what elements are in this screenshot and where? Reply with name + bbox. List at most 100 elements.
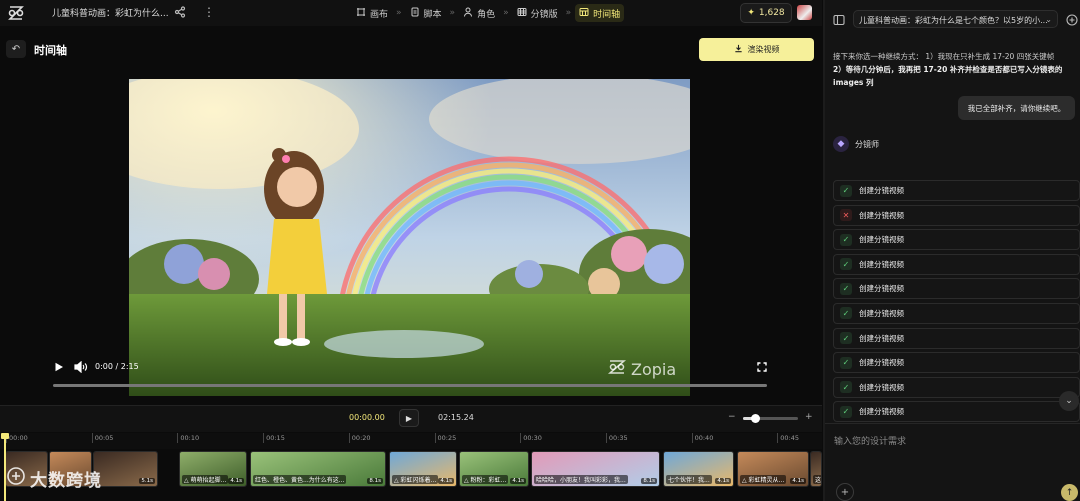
task-label: 创建分镜视频 [859,308,904,318]
undo-icon: ↶ [11,43,21,55]
task-label: 创建分镜视频 [859,235,904,245]
clip-caption: △ 彩虹精灵从... [740,475,787,484]
timeline-clip[interactable]: △ 萌萌抬起脚... 4.1s [179,451,247,487]
video-progress-bar[interactable] [53,384,767,387]
credits-badge[interactable]: ✦ 1,628 [740,3,792,23]
success-check-icon: ✓ [840,405,852,418]
ruler-tick: 00:10 [177,433,199,443]
task-item[interactable]: ✓ 创建分镜视频 [833,278,1080,300]
assistant-message-part-2: 2）等待几分钟后，我再把 17-20 补齐并检查是否都已写入分镜表的 image… [833,65,1063,87]
canvas-icon [356,7,366,20]
timeline-play-button[interactable]: ▶ [399,409,419,427]
clip-caption: △ 彩虹闪烁着... [392,475,439,484]
ruler-tick: 00:15 [263,433,285,443]
ruler-tick: 00:35 [605,433,628,443]
timeline-clip[interactable]: △ 粉粉：彩虹... 4.1s [459,451,529,487]
nav-tabs: 画布 » 脚本 » 角色 » 分镜版 » 时间轴 [352,4,625,22]
timeline-clip[interactable]: 红色、橙色、黄色...为什么有这... 8.1s [250,451,386,487]
agent-diamond-icon: ◆ [833,136,849,152]
task-label: 创建分镜视频 [859,210,904,220]
attach-button[interactable]: + [836,483,854,501]
timeline-current-time: 00:00.00 [349,413,385,422]
task-item[interactable]: ✓ 创建分镜视频 [833,253,1080,275]
play-icon[interactable] [54,362,64,372]
back-button[interactable]: ↶ [6,40,26,58]
task-item[interactable]: ✓ 创建分镜视频 [833,401,1080,423]
tab-storyboard[interactable]: 分镜版 [513,4,562,22]
ruler-tick: 00:00 [6,433,28,443]
tab-script-label: 脚本 [423,9,442,20]
assistant-message-part-1: 接下来你选一种继续方式： 1）我现在只补生成 17-20 四张关键帧 [833,52,1055,61]
more-options-icon[interactable]: ⋮ [203,5,215,19]
task-item[interactable]: ✕ 创建分镜视频 [833,204,1080,226]
play-icon: ▶ [405,413,413,423]
project-title[interactable]: 儿童科普动画：彩虹为什么... [52,6,169,19]
app-logo-icon[interactable] [6,4,26,22]
watermark-logo-icon [6,466,26,491]
scroll-down-button[interactable]: ⌄ [1059,391,1079,411]
tab-separator: » [396,8,402,18]
assistant-message: 接下来你选一种继续方式： 1）我现在只补生成 17-20 四张关键帧 2）等待几… [833,50,1075,89]
plus-icon: + [840,486,850,498]
person-icon [463,7,473,20]
timeline-clip[interactable]: △ 彩虹精灵从... 4.1s [737,451,809,487]
task-item[interactable]: ✓ 创建分镜视频 [833,180,1080,201]
chat-title-text: 儿童科普动画：彩虹为什么是七个颜色？以5岁的小... [859,16,1048,25]
task-item[interactable]: ✓ 创建分镜视频 [833,376,1080,398]
timeline-total-time: 02:15.24 [438,413,474,422]
timeline-clip[interactable]: △ 彩虹闪烁着... 4.1s [389,451,457,487]
timeline-clip[interactable]: 这 [810,451,822,487]
tab-canvas[interactable]: 画布 [352,4,392,22]
zopia-watermark: Zopia [607,359,676,379]
tab-characters[interactable]: 角色 [459,4,499,22]
chat-input[interactable]: 输入您的设计需求 [834,434,906,447]
zoom-slider[interactable] [743,414,798,423]
task-item[interactable]: ✓ 创建分镜视频 [833,229,1080,251]
credits-count: 1,628 [758,8,785,18]
video-frame-image [129,79,690,396]
clip-caption: 哈哈哈，小朋友！我叫彩彩，我... [534,475,628,484]
chevron-down-icon: ⌄ [1065,396,1073,406]
timeline-icon [579,7,589,20]
send-button[interactable]: ↑ [1061,484,1078,501]
zoom-in-icon[interactable]: + [805,412,813,422]
ruler-tick: 00:25 [434,433,456,443]
task-item[interactable]: ✓ 创建分镜视频 [833,302,1080,324]
chat-title-dropdown[interactable]: 儿童科普动画：彩虹为什么是七个颜色？以5岁的小... ⌄ [853,10,1058,28]
clip-caption: △ 粉粉：彩虹... [462,475,509,484]
watermark-text: Zopia [631,359,677,379]
share-icon[interactable] [174,6,186,18]
tab-script[interactable]: 脚本 [406,4,446,22]
task-item[interactable]: ✓ 创建分镜视频 [833,327,1080,349]
tab-storyboard-label: 分镜版 [530,9,558,20]
panel-toggle-icon[interactable] [833,14,845,26]
new-chat-icon[interactable] [1066,14,1078,26]
task-item[interactable]: ✓ 创建分镜视频 [833,352,1080,374]
zopia-logo-icon [607,359,627,379]
chat-panel: 儿童科普动画：彩虹为什么是七个颜色？以5岁的小... ⌄ 接下来你选一种继续方式… [825,0,1080,501]
clip-caption: 红色、橙色、黄色...为什么有这... [253,475,347,484]
task-label: 创建分镜视频 [859,284,904,294]
clip-duration: 4.1s [790,478,806,484]
render-video-button[interactable]: 渲染视频 [699,38,814,61]
tab-canvas-label: 画布 [370,9,389,20]
download-icon [734,44,743,55]
volume-icon[interactable] [74,360,88,374]
video-time: 0:00 / 2:15 [95,362,139,371]
zoom-out-icon[interactable]: − [728,412,736,422]
timeline-clip[interactable]: 5.1s [93,451,158,487]
task-label: 创建分镜视频 [859,186,904,195]
avatar[interactable] [797,5,812,20]
success-check-icon: ✓ [840,381,852,394]
video-preview[interactable] [129,79,690,396]
task-label: 创建分镜视频 [859,259,904,269]
fullscreen-icon[interactable] [757,362,767,372]
success-check-icon: ✓ [840,184,852,197]
timeline-clip[interactable]: 哈哈哈，小朋友！我叫彩彩，我... 8.1s [531,451,660,487]
clip-duration: 5.1s [139,478,155,484]
timeline-clip[interactable]: 七个伙伴！我... 4.1s [663,451,734,487]
tab-timeline[interactable]: 时间轴 [575,4,625,22]
ruler-tick: 00:30 [520,433,542,443]
chat-input-area[interactable]: 输入您的设计需求 + ↑ [825,423,1080,501]
tab-separator: » [565,8,572,18]
